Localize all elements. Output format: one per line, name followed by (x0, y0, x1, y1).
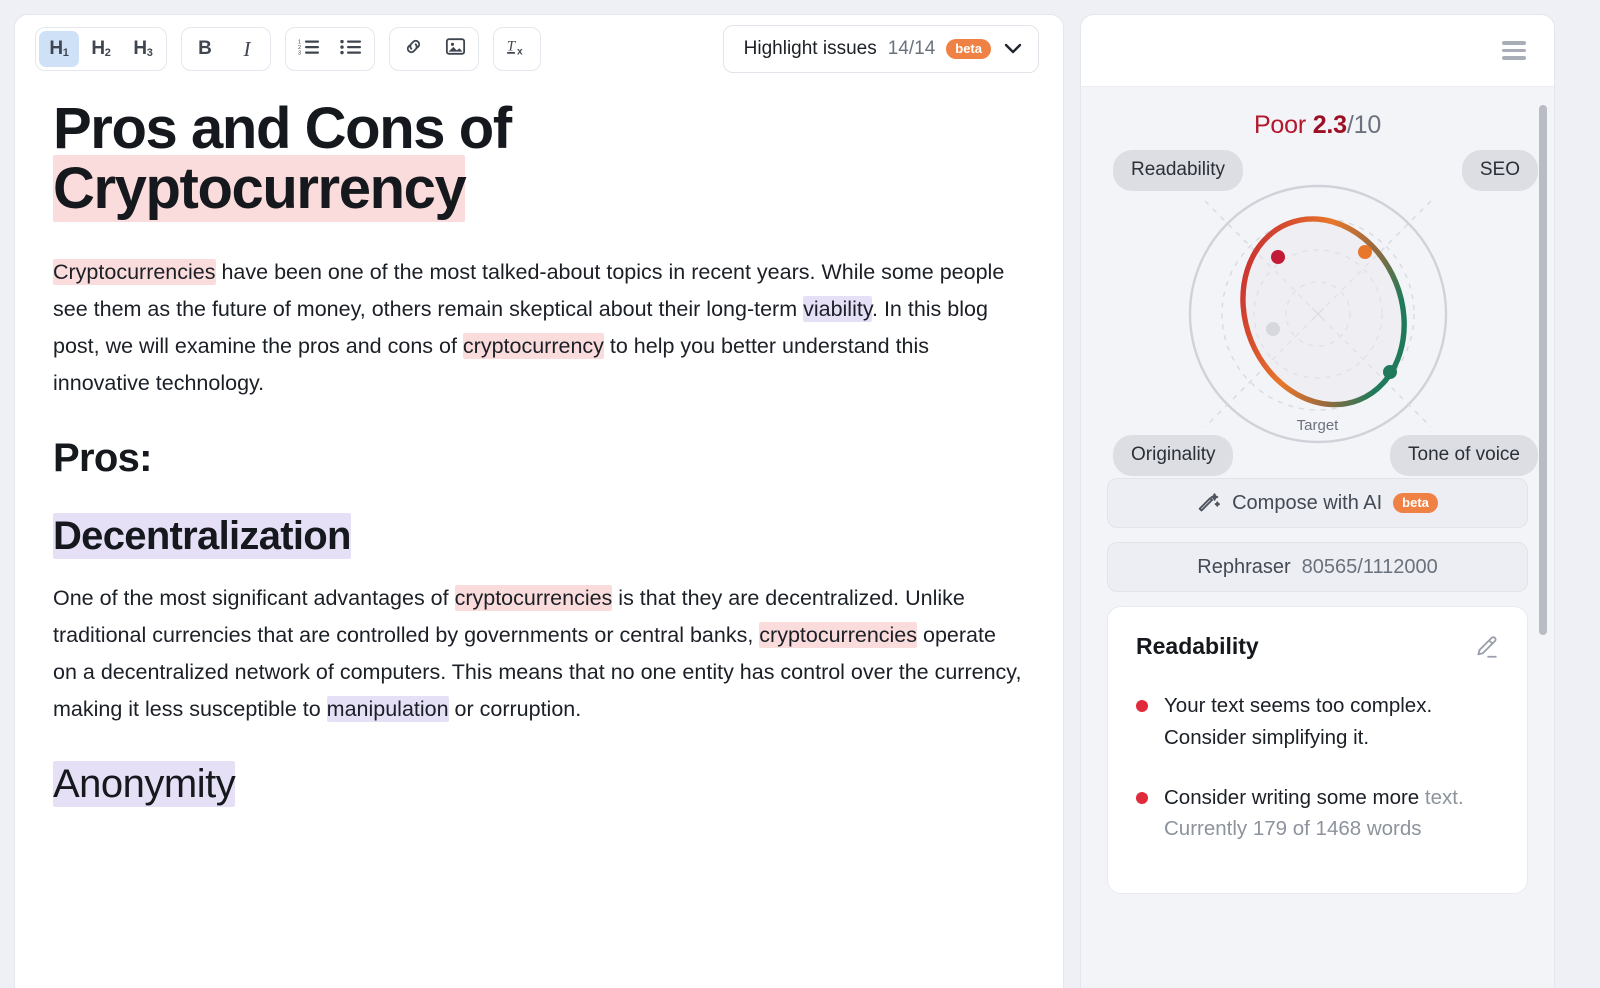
h1-label: H (49, 38, 63, 59)
radar-point-originality (1265, 322, 1280, 336)
title-line-1: Pros and Cons of (53, 96, 512, 161)
magic-wand-icon (1197, 491, 1221, 515)
editor-bottom-fade (15, 939, 1063, 988)
overall-score: Poor 2.3/10 (1107, 111, 1528, 140)
tip-text-main: Your text seems too complex. Consider si… (1164, 694, 1433, 749)
clear-formatting-button[interactable]: T x (497, 31, 537, 67)
insight-tip: Consider writing some more text. Current… (1136, 782, 1499, 846)
ordered-list-icon: 1 2 3 (298, 38, 320, 61)
radar-svg (1188, 184, 1447, 444)
h1-sub: 1 (62, 47, 69, 59)
intro-paragraph[interactable]: Cryptocurrencies have been one of the mo… (53, 254, 1023, 402)
editor-panel: H1 H2 H3 B I 1 2 3 T x Highlight issues … (14, 14, 1064, 988)
tip-bullet-dot (1136, 700, 1148, 712)
highlight-issues-count: 14/14 (887, 38, 936, 59)
highlight-issues-label: Highlight issues (743, 38, 877, 59)
link-icon (403, 36, 424, 62)
insight-header: Readability (1136, 633, 1499, 660)
italic-button[interactable]: I (227, 31, 267, 67)
radar-point-seo (1357, 245, 1372, 259)
score-word: Poor (1253, 111, 1306, 139)
text-style-group: B I (181, 27, 271, 71)
svg-text:3: 3 (298, 50, 301, 56)
bullet-list-button[interactable] (331, 31, 371, 67)
document-title[interactable]: Pros and Cons of Cryptocurrency (53, 96, 753, 222)
decentralization-paragraph[interactable]: One of the most significant advantages o… (53, 580, 1023, 728)
tip-text: Consider writing some more text. Current… (1164, 782, 1499, 846)
h2-label: H (91, 38, 105, 59)
quality-radar-chart: Readability SEO Originality Tone of voic… (1107, 148, 1538, 478)
burger-line (1502, 56, 1526, 60)
beta-badge: beta (946, 39, 991, 59)
document-content[interactable]: Pros and Cons of Cryptocurrency Cryptocu… (15, 83, 1063, 808)
heading-group: H1 H2 H3 (35, 27, 167, 71)
decentralization-heading[interactable]: Decentralization (53, 513, 1023, 560)
anonymity-heading[interactable]: Anonymity (53, 761, 1023, 808)
link-button[interactable] (393, 31, 433, 67)
h2-sub: 2 (104, 47, 111, 59)
panel-scrollbar[interactable] (1539, 105, 1547, 635)
highlight-anonymity: Anonymity (53, 761, 236, 808)
title-line-2-highlighted: Cryptocurrency (53, 154, 467, 222)
heading-3-button[interactable]: H3 (123, 31, 163, 67)
highlight-cryptocurrencies-2: cryptocurrencies (454, 585, 613, 612)
body-text-4: or corruption. (448, 697, 582, 722)
highlight-decentralization: Decentralization (53, 513, 351, 560)
highlight-cryptocurrencies-3: cryptocurrencies (759, 622, 918, 649)
score-max: /10 (1346, 111, 1382, 139)
pencil-edit-icon[interactable] (1473, 634, 1499, 660)
tip-text: Your text seems too complex. Consider si… (1164, 690, 1499, 754)
italic-label: I (243, 36, 251, 61)
panel-bottom-fade (1081, 953, 1554, 988)
compose-with-ai-button[interactable]: Compose with AI beta (1107, 478, 1528, 528)
editor-toolbar: H1 H2 H3 B I 1 2 3 T x Highlight issues … (15, 15, 1063, 83)
bullet-list-icon (340, 38, 362, 61)
chevron-down-icon (1004, 41, 1022, 57)
tip-bullet-dot (1136, 791, 1148, 804)
rephraser-button[interactable]: Rephraser 80565/1112000 (1107, 542, 1528, 592)
highlight-viability: viability (803, 296, 872, 323)
pros-heading[interactable]: Pros: (53, 436, 1023, 480)
heading-2-button[interactable]: H2 (81, 31, 121, 67)
bold-label: B (198, 38, 212, 59)
image-button[interactable] (435, 31, 475, 67)
h3-sub: 3 (146, 47, 153, 59)
analysis-panel: Poor 2.3/10 Readability SEO Originality … (1080, 14, 1555, 988)
heading-1-button[interactable]: H1 (39, 31, 79, 67)
radar-point-readability (1270, 250, 1285, 264)
app-root: H1 H2 H3 B I 1 2 3 T x Highlight issues … (0, 0, 1600, 988)
insert-group (389, 27, 479, 71)
highlight-cryptocurrencies-1: Cryptocurrencies (53, 259, 216, 286)
score-value: 2.3 (1312, 111, 1347, 139)
compose-with-ai-label: Compose with AI (1232, 491, 1383, 514)
rephraser-count: 80565/1112000 (1301, 555, 1438, 578)
highlight-cryptocurrency: cryptocurrency (462, 333, 604, 360)
highlight-manipulation: manipulation (326, 696, 449, 723)
panel-body: Poor 2.3/10 Readability SEO Originality … (1081, 87, 1554, 895)
panel-header (1081, 15, 1554, 87)
ordered-list-button[interactable]: 1 2 3 (289, 31, 329, 67)
insight-title: Readability (1136, 633, 1259, 659)
radar-target-label: Target (1296, 417, 1339, 434)
highlight-issues-button[interactable]: Highlight issues 14/14 beta (722, 25, 1039, 73)
burger-line (1502, 48, 1526, 53)
bold-button[interactable]: B (185, 31, 225, 67)
readability-insight-card: Readability Your text seems too complex.… (1107, 606, 1528, 895)
compose-beta-badge: beta (1393, 493, 1438, 513)
svg-text:x: x (517, 46, 523, 57)
h3-label: H (133, 38, 147, 59)
insight-tip: Your text seems too complex. Consider si… (1136, 690, 1499, 754)
hamburger-menu-icon[interactable] (1496, 35, 1532, 66)
burger-line (1502, 41, 1526, 45)
metric-pill-seo[interactable]: SEO (1461, 150, 1538, 191)
radar-point-tone-of-voice (1382, 365, 1397, 379)
clear-formatting-icon: T x (505, 36, 529, 63)
tip-text-main: Consider writing some more (1164, 785, 1425, 809)
clear-format-group: T x (493, 27, 541, 71)
image-icon (445, 37, 466, 61)
rephraser-label: Rephraser (1197, 555, 1291, 578)
list-group: 1 2 3 (285, 27, 375, 71)
body-text-1: One of the most significant advantages o… (53, 586, 455, 611)
